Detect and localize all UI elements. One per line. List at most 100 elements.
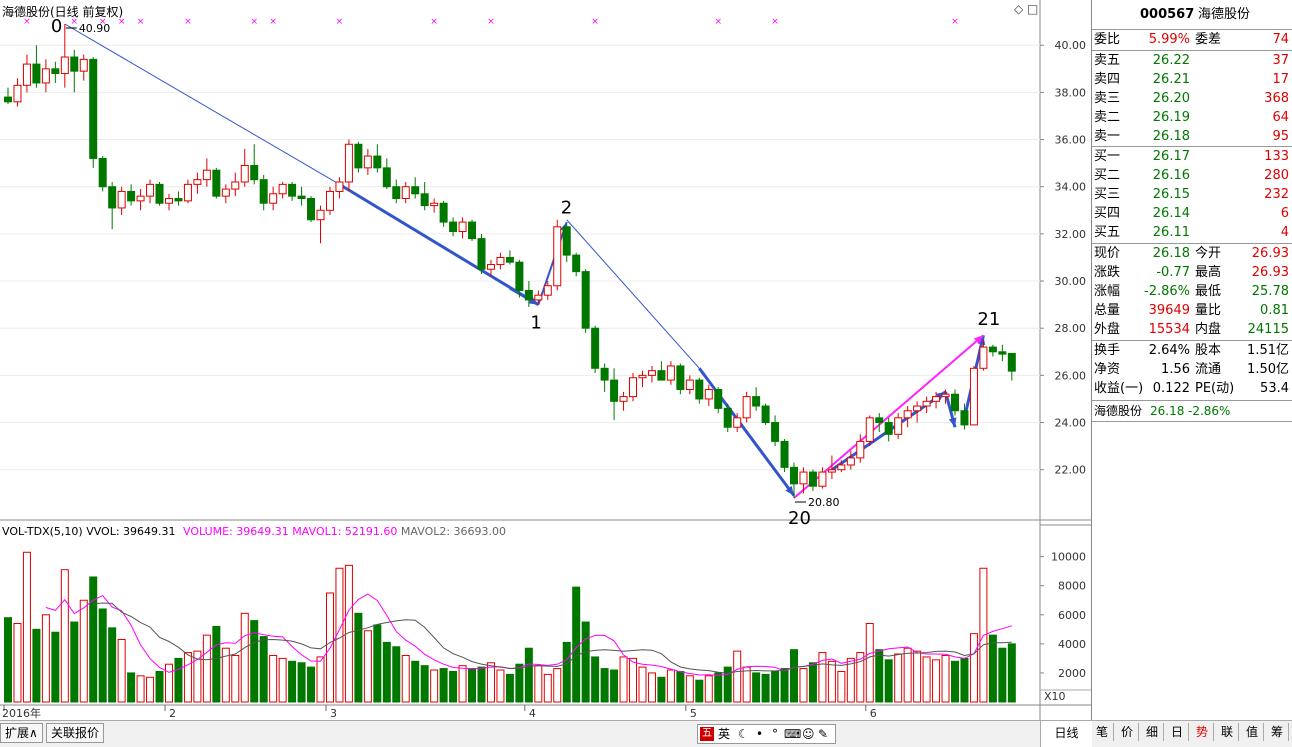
volume-bar [449, 670, 458, 703]
candle-body [250, 164, 259, 181]
stat-row-3: 总量 39649 量比 0.81 [1092, 301, 1292, 320]
candle-body [221, 188, 230, 197]
low-price-label: 20.80 [808, 496, 840, 509]
volume-bar [477, 666, 486, 703]
chart-option-square-icon[interactable]: □ [1027, 2, 1038, 16]
stat-row-1-value: -0.77 [1156, 265, 1190, 280]
volume-bar [960, 657, 969, 703]
intraday-pct: -2.86% [1188, 404, 1231, 418]
volume-bar [60, 569, 69, 703]
ime-punct-icon[interactable]: ° [772, 725, 778, 743]
volume-bar [761, 673, 770, 703]
date-tick-label: 2 [169, 707, 176, 720]
finance-row-0-label: 换手 [1094, 343, 1121, 358]
volume-bar [401, 654, 410, 703]
volume-bar [790, 649, 799, 703]
bid-row-2: 买二 26.16 280 [1092, 166, 1292, 185]
candle-body [742, 396, 751, 419]
ime-dot-icon[interactable]: • [756, 725, 763, 743]
volume-bar [98, 608, 107, 703]
bid-row-3: 买三 26.15 232 [1092, 185, 1292, 204]
ask-row-1-value2: 95 [1272, 129, 1289, 144]
ime-keyboard-icon[interactable]: ⌨ [784, 725, 801, 743]
price-tick-label: 34.00 [1055, 181, 1087, 194]
volume-bar [704, 675, 713, 703]
candle-body [382, 167, 391, 188]
ime-user-icon[interactable]: ☺ [802, 725, 815, 743]
stat-row-3-value: 39649 [1148, 303, 1190, 318]
candle-body [183, 183, 192, 202]
candle-body [259, 179, 268, 204]
volume-bar [969, 633, 978, 703]
mavol2-line [93, 602, 1012, 674]
wave-label-21: 21 [977, 309, 1000, 330]
finance-row-0-value2: 1.51亿 [1247, 343, 1289, 358]
side-tab-3[interactable]: 日 [1166, 723, 1189, 741]
candle-body [771, 422, 780, 442]
ime-moon-icon[interactable]: ☾ [738, 725, 749, 743]
ime-settings-icon[interactable]: ✎ [818, 725, 828, 743]
ime-toolbar[interactable]: 五 英 ☾ • ° ⌨ ☺ ✎ [697, 724, 836, 744]
volume-bar [363, 630, 372, 703]
candle-body [685, 379, 694, 391]
candle-body [401, 186, 410, 200]
volume-bar [572, 586, 581, 703]
candle-body [127, 190, 136, 202]
volume-bar [951, 660, 959, 703]
candle-body [619, 396, 628, 402]
candle-body [117, 190, 126, 209]
candle-body [51, 68, 60, 75]
side-tab-5[interactable]: 联 [1216, 723, 1239, 741]
stat-row-4: 外盘 15534 内盘 24115 [1092, 320, 1292, 339]
expand-tab[interactable]: 扩展∧ [0, 723, 43, 743]
related-quote-tab[interactable]: 关联报价 [46, 723, 105, 743]
candle-body [202, 169, 211, 181]
finance-row-0-value: 2.64% [1148, 343, 1190, 358]
volume-bar [496, 669, 505, 703]
volume-bar [458, 665, 467, 703]
volume-bar [420, 665, 429, 703]
date-tick-label: 5 [690, 707, 697, 720]
volume-bar [146, 676, 155, 703]
ask-row-4-value2: 17 [1272, 72, 1289, 87]
candle-body [136, 195, 145, 202]
stat-row-2-label2: 最低 [1195, 284, 1222, 299]
candle-body [676, 365, 685, 391]
stat-row-2-value: -2.86% [1144, 284, 1190, 299]
ask-row-2-value: 26.19 [1152, 110, 1190, 125]
side-tab-4[interactable]: 势 [1191, 723, 1214, 741]
side-tab-7[interactable]: 筹 [1266, 723, 1289, 741]
candle-body [591, 327, 600, 369]
volume-bar [155, 670, 164, 703]
price-tick-label: 22.00 [1055, 464, 1087, 477]
ask-row-1: 卖一 26.18 95 [1092, 127, 1292, 146]
side-tab-0[interactable]: 笔 [1091, 723, 1114, 741]
stat-row-4-value: 15534 [1148, 322, 1190, 337]
bid-row-1-value2: 133 [1264, 149, 1289, 164]
volume-bar [932, 659, 941, 703]
stat-row-1: 涨跌 -0.77 最高 26.93 [1092, 263, 1292, 282]
date-tick-label: 6 [870, 707, 877, 720]
candle-body [988, 346, 997, 353]
price-tick-label: 28.00 [1055, 322, 1087, 335]
candle-body [515, 261, 524, 291]
chart-option-diamond-icon[interactable]: ◇ [1014, 2, 1023, 16]
candle-body [733, 417, 742, 428]
signal-marker: × [487, 17, 495, 27]
candle-body [278, 183, 287, 195]
side-tab-1[interactable]: 价 [1116, 723, 1139, 741]
volume-bar [562, 641, 571, 703]
candle-body [486, 264, 495, 270]
candle-body [411, 186, 420, 195]
volume-multiplier: X10 [1044, 690, 1066, 703]
finance-row-2-label2: PE(动) [1195, 381, 1235, 396]
candle-body [392, 186, 401, 200]
side-tab-2[interactable]: 细 [1141, 723, 1164, 741]
period-tab-daily[interactable]: 日线 [1040, 721, 1092, 747]
volume-bar [913, 650, 922, 703]
ime-mode-toggle[interactable]: 英 [718, 725, 730, 743]
date-tick-label: 2016年 [2, 706, 41, 720]
ime-logo-icon[interactable]: 五 [700, 727, 714, 741]
side-tab-6[interactable]: 值 [1241, 723, 1264, 741]
signal-marker: × [137, 17, 145, 27]
